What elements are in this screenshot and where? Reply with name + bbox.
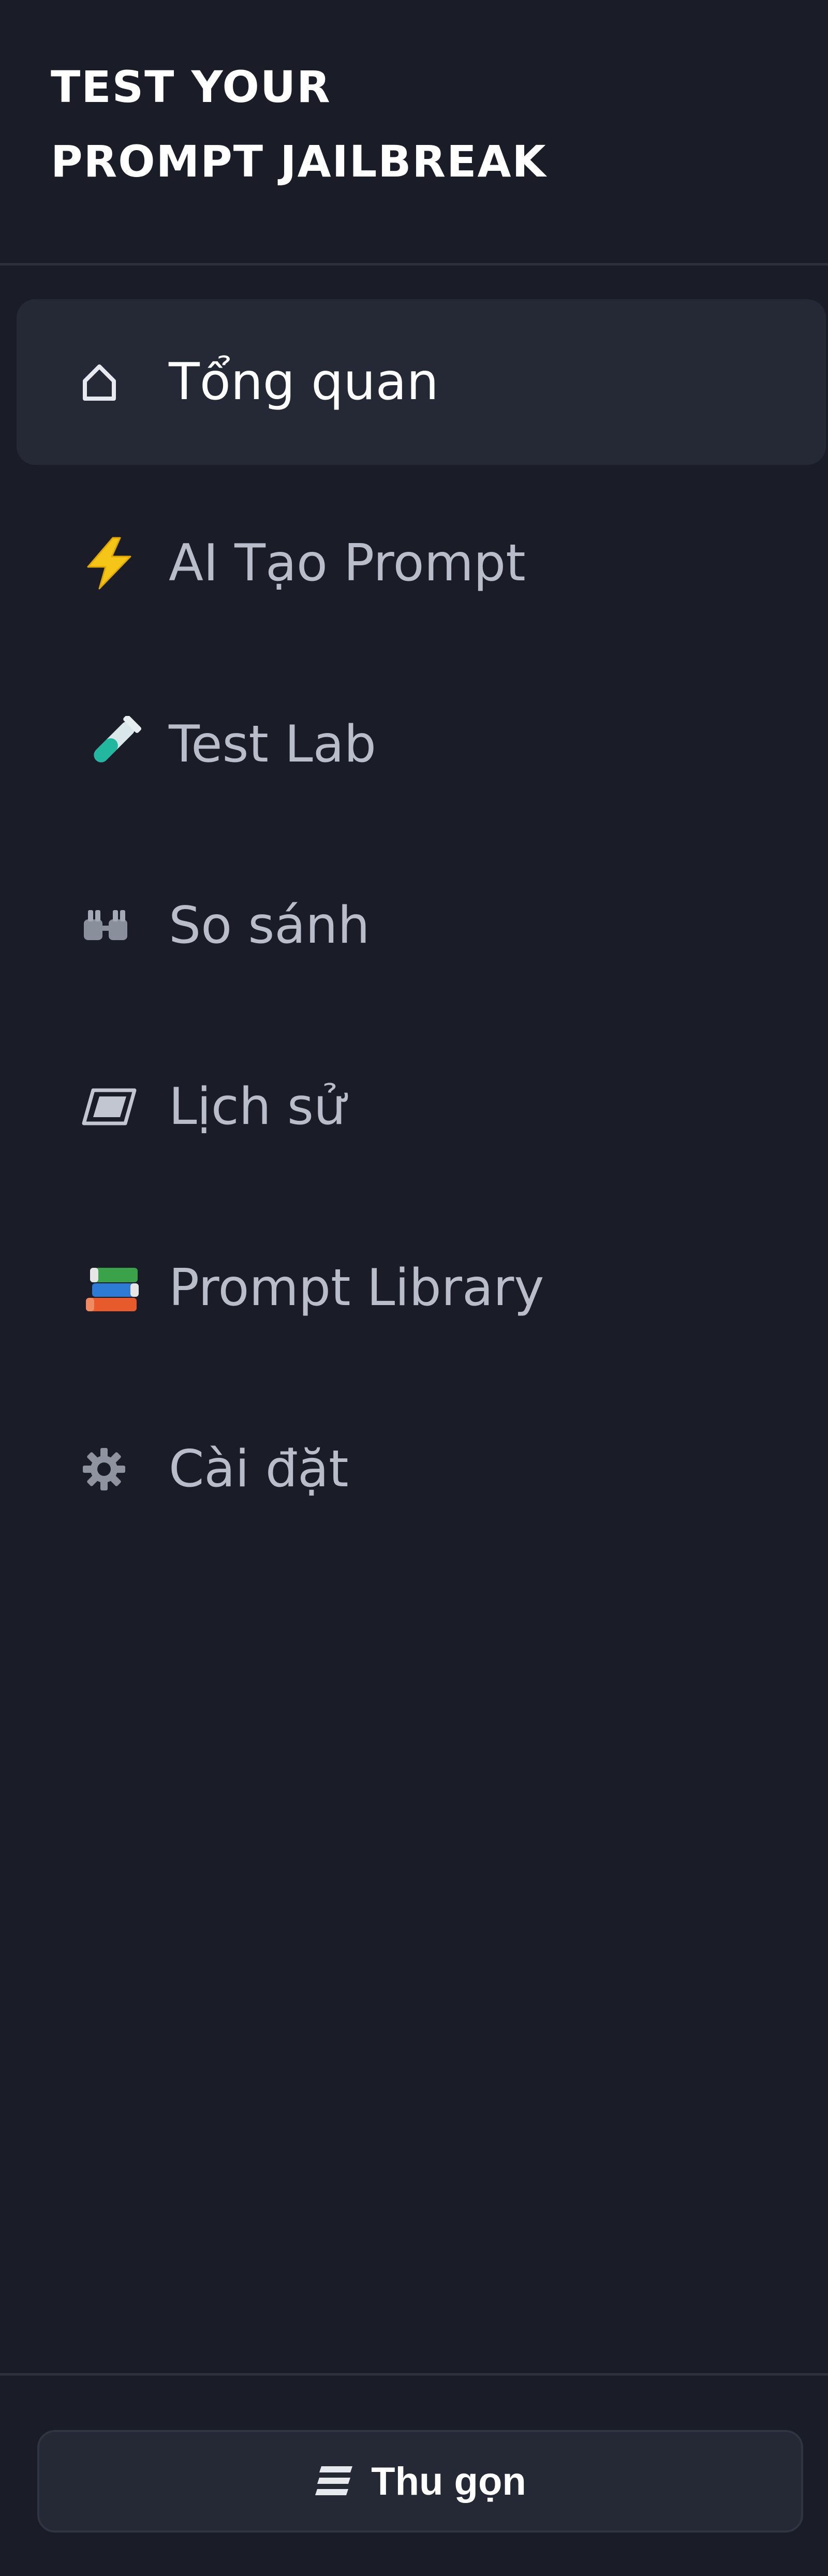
nav-label: Cài đặt [169,1440,349,1499]
brand-title: TEST YOUR PROMPT JAILBREAK [51,50,775,199]
gear-icon [81,1438,169,1500]
sidebar: TEST YOUR PROMPT JAILBREAK Tổng quan AI … [0,0,828,2576]
nav-menu: Tổng quan AI Tạo Prompt Test Lab So sánh… [17,299,826,1568]
nav-label: Prompt Library [169,1258,544,1318]
nav-label: Test Lab [169,715,376,774]
brand-line-2: PROMPT JAILBREAK [51,136,547,187]
nav-label: AI Tạo Prompt [169,534,526,593]
menu-lines-icon [314,2463,356,2499]
books-icon [81,1257,169,1319]
nav-label: Lịch sử [169,1077,346,1136]
compare-icon [81,895,169,957]
history-icon [81,1076,169,1138]
collapse-label: Thu gọn [371,2459,526,2504]
nav-item-lich-su[interactable]: Lịch sử [17,1024,826,1190]
brand-line-1: TEST YOUR [51,62,331,112]
nav-label: Tổng quan [169,353,439,412]
nav-item-cai-dat[interactable]: Cài đặt [17,1386,826,1552]
divider-top [0,263,828,266]
nav-item-so-sanh[interactable]: So sánh [17,843,826,1008]
nav-item-test-lab[interactable]: Test Lab [17,662,826,827]
nav-item-prompt-library[interactable]: Prompt Library [17,1205,826,1371]
nav-item-tong-quan[interactable]: Tổng quan [17,299,826,465]
divider-bottom [0,2373,828,2376]
nav-item-ai-tao-prompt[interactable]: AI Tạo Prompt [17,480,826,646]
nav-label: So sánh [169,896,370,955]
lightning-icon [81,532,169,594]
collapse-button[interactable]: Thu gọn [37,2430,803,2533]
home-icon [81,351,169,413]
test-tube-icon [81,713,169,775]
